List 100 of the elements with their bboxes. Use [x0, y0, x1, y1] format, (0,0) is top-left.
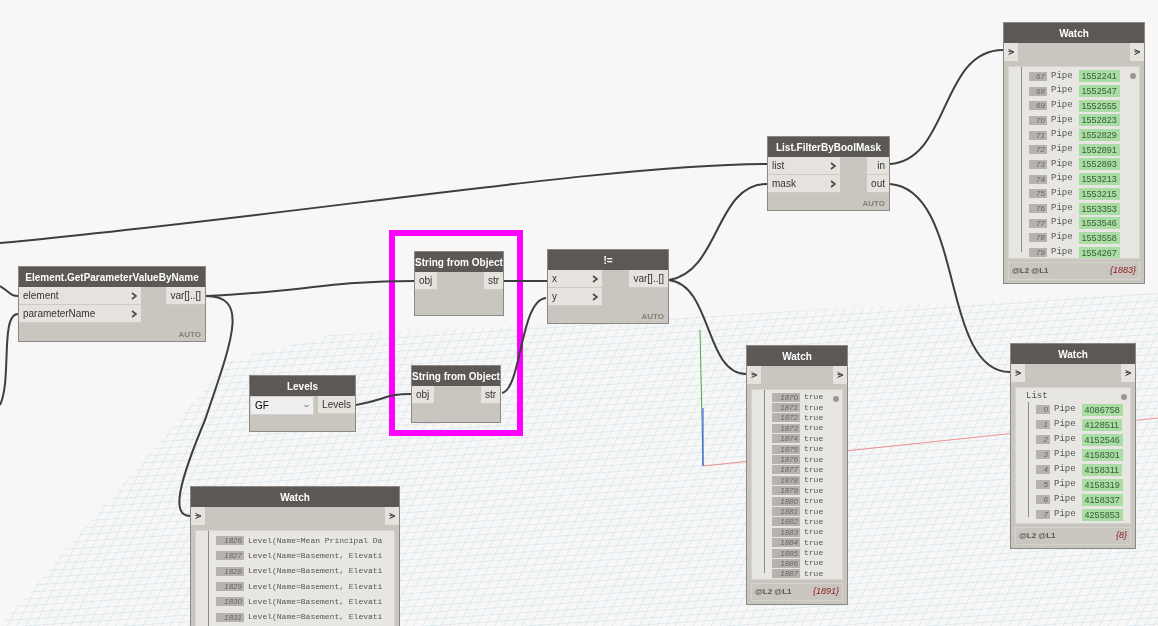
input-port[interactable]: x [548, 270, 602, 288]
element-id[interactable]: 1553353 [1078, 202, 1120, 215]
watch-node[interactable] [190, 486, 400, 626]
item-text: Level(Name=Basement, Elevati [248, 565, 383, 578]
element-id[interactable]: 1552555 [1078, 99, 1120, 112]
item-text: Level(Name=Basement, Elevati [248, 595, 383, 608]
output-port[interactable]: var[]..[] [629, 270, 668, 288]
scroll-thumb[interactable] [1130, 73, 1136, 79]
function-node[interactable]: List.FilterByBoolMask list mask in out AUTO [767, 136, 890, 211]
output-port[interactable] [1130, 43, 1144, 61]
input-port[interactable] [747, 366, 761, 384]
input-port[interactable]: obj [412, 386, 434, 404]
list-index: 1883 [772, 527, 800, 537]
element-type: Pipe [1051, 216, 1073, 230]
item-text: true [804, 526, 824, 539]
watch-node[interactable]: Watch List 0 Pipe 4086758 1 Pipe 4128511 2 Pipe 4152546 3 Pipe 4158301 4 Pipe 4158311 5 Pipe 4158319 6 Pipe 4158337 7 Pipe 4255853 @L2 @L1 {8} [1010, 343, 1136, 549]
element-type: Pipe [1051, 128, 1073, 142]
output-port[interactable]: str [483, 272, 503, 290]
lacing-label: AUTO [641, 313, 664, 321]
element-id[interactable]: 1552893 [1078, 158, 1120, 171]
element-id[interactable]: 1553215 [1078, 187, 1120, 200]
function-node[interactable]: != x y var[]..[] AUTO [547, 249, 669, 324]
item-text: Level(Name=Basement, Elevati [248, 611, 383, 624]
list-index: 1875 [772, 444, 800, 454]
element-type: Pipe [1051, 231, 1073, 245]
node-title: String from Object [415, 252, 503, 272]
level-dropdown[interactable]: GF [250, 396, 314, 415]
element-id[interactable]: 4086758 [1081, 403, 1123, 416]
dropdown-node[interactable]: Levels GF Levels [249, 375, 356, 432]
input-port[interactable]: element [19, 287, 141, 305]
element-id[interactable]: 1553546 [1078, 217, 1120, 230]
item-count: {1883} [1109, 264, 1136, 278]
list-index: 1826 [216, 536, 244, 546]
list-index: 1829 [216, 582, 244, 592]
element-id[interactable]: 4128511 [1081, 418, 1122, 431]
connector-wire [0, 285, 19, 297]
input-port[interactable]: mask [768, 175, 840, 193]
input-port[interactable]: y [548, 288, 602, 306]
list-index: 5 [1036, 480, 1050, 489]
element-id[interactable]: 4158337 [1081, 493, 1123, 506]
item-text: true [804, 453, 824, 466]
item-count: {1891} [812, 585, 839, 599]
function-node[interactable]: String from Object obj str [411, 365, 501, 423]
function-node[interactable]: String from Object obj str [414, 251, 504, 316]
input-port[interactable] [1004, 43, 1018, 61]
list-index: 1871 [772, 403, 800, 413]
element-type: Pipe [1051, 69, 1073, 83]
lacing-label: AUTO [178, 331, 201, 339]
element-id[interactable]: 4152546 [1081, 433, 1123, 446]
port-arrow-icon [1124, 370, 1132, 376]
element-id[interactable]: 1552823 [1078, 114, 1120, 127]
watch-node[interactable]: Watch 1870 true 1871 true 1872 true 1873 true 1874 true 1875 true 1876 true 1877 true 1878 true 1879 true 1880 true 1881 true 1882 true 1883 true 1884 true 1885 true 1886 true 1887 true @L2 @L1 {1891} [746, 345, 848, 605]
output-port[interactable]: Levels [318, 396, 355, 414]
element-id[interactable]: 1553558 [1078, 231, 1120, 244]
output-port[interactable] [1121, 364, 1135, 382]
input-port[interactable]: list [768, 157, 840, 175]
item-text: true [804, 495, 824, 508]
output-port[interactable]: str [480, 386, 500, 404]
element-id[interactable]: 4158301 [1081, 448, 1123, 461]
output-port[interactable]: out [867, 175, 889, 193]
watch-node[interactable] [1003, 22, 1145, 284]
element-id[interactable]: 1552547 [1078, 85, 1120, 98]
list-index: 1870 [772, 392, 800, 402]
list-index: 1884 [772, 538, 800, 548]
input-port[interactable]: obj [415, 272, 437, 290]
node-title: List.FilterByBoolMask [768, 137, 889, 157]
list-index: 1879 [772, 486, 800, 496]
output-port[interactable]: in [867, 157, 889, 175]
input-port[interactable] [1011, 364, 1025, 382]
element-id[interactable]: 4255853 [1081, 508, 1123, 521]
port-label: obj [416, 388, 430, 402]
element-id[interactable]: 4158311 [1081, 463, 1122, 476]
element-id[interactable]: 1552891 [1078, 143, 1120, 156]
element-type: Pipe [1051, 157, 1073, 171]
element-type: Pipe [1051, 187, 1073, 201]
function-node[interactable]: Element.GetParameterValueByName element parameterName var[]..[] AUTO [18, 266, 206, 342]
list-index: 1828 [216, 566, 244, 576]
caret-icon [304, 403, 309, 408]
element-id[interactable]: 1553213 [1078, 173, 1120, 186]
list-index: 70 [1029, 115, 1047, 125]
input-port[interactable]: parameterName [19, 305, 141, 323]
item-text: Level(Name=Basement, Elevati [248, 549, 383, 562]
output-port[interactable] [385, 507, 399, 525]
port-arrow-icon [1014, 370, 1022, 376]
item-text: true [804, 557, 824, 570]
list-index: 1877 [772, 465, 800, 475]
output-port[interactable]: var[]..[] [166, 287, 205, 305]
input-port[interactable] [191, 507, 205, 525]
list-index: 1882 [772, 517, 800, 527]
list-index: 1830 [216, 597, 244, 607]
output-port[interactable] [833, 366, 847, 384]
scroll-thumb[interactable] [833, 396, 839, 402]
node-title: != [548, 250, 668, 270]
scroll-thumb[interactable] [1121, 394, 1127, 400]
list-index: 74 [1029, 174, 1047, 184]
element-id[interactable]: 1552241 [1078, 70, 1120, 83]
item-text: true [804, 567, 824, 579]
element-id[interactable]: 1552829 [1078, 129, 1120, 142]
element-id[interactable]: 1554267 [1078, 246, 1120, 258]
element-id[interactable]: 4158319 [1081, 478, 1123, 491]
